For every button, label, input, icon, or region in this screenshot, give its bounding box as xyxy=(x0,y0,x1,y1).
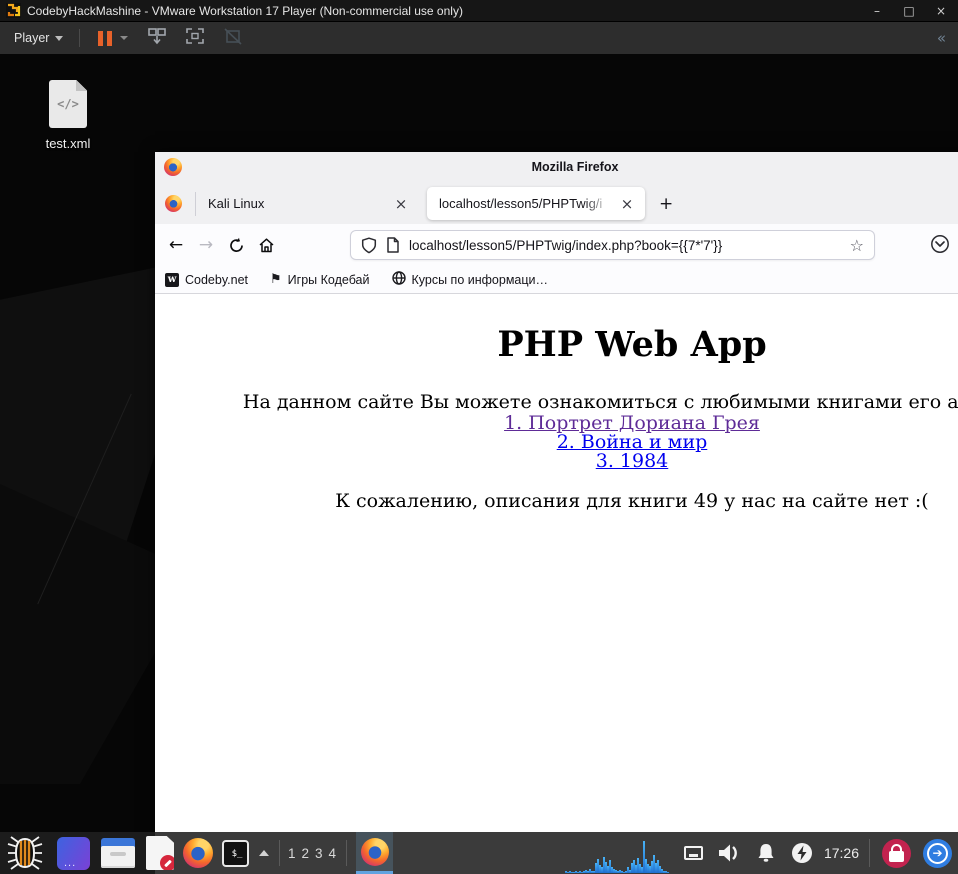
collapse-toolbar-button[interactable]: « xyxy=(937,29,950,47)
vmware-toolbar: Player « xyxy=(0,22,958,54)
kali-menu-button[interactable] xyxy=(6,835,44,871)
chevron-up-icon[interactable] xyxy=(259,850,269,856)
bookmark-codeby[interactable]: w Codeby.net xyxy=(165,272,248,287)
terminal-launcher-button[interactable]: $_ xyxy=(222,839,249,867)
firefox-logo-icon xyxy=(164,158,182,176)
maximize-button[interactable]: □ xyxy=(898,4,920,18)
bookmark-courses[interactable]: Курсы по информаци… xyxy=(391,271,548,288)
page-error-message: К сожалению, описания для книги 49 у нас… xyxy=(335,490,929,512)
kali-taskbar: ... $_ 1 2 3 4 17:26 ➔ xyxy=(0,832,958,874)
workspace-1[interactable]: 1 xyxy=(288,846,296,861)
notification-bell-icon[interactable] xyxy=(755,842,777,864)
tab-label: localhost/lesson5/PHPTwig/i xyxy=(439,196,603,211)
system-tray: 17:26 ➔ xyxy=(671,838,952,868)
caret-down-icon xyxy=(55,35,64,41)
suspend-vm-button[interactable] xyxy=(98,30,113,46)
workspace-pager[interactable]: 1 2 3 4 xyxy=(288,846,336,861)
new-tab-button[interactable]: + xyxy=(659,194,673,214)
update-manager-icon[interactable]: ➔ xyxy=(923,838,952,868)
player-menu-button[interactable]: Player xyxy=(8,28,69,48)
minimize-button[interactable]: – xyxy=(866,4,888,18)
cpu-graph[interactable] xyxy=(564,833,671,873)
workspace-3[interactable]: 3 xyxy=(315,846,323,861)
book-link-2[interactable]: 2. Война и мир xyxy=(155,433,958,452)
vmware-titlebar: CodebyHackMashine - VMware Workstation 1… xyxy=(0,0,958,22)
firefox-header[interactable]: Mozilla Firefox xyxy=(155,152,958,183)
desktop-file-label: test.xml xyxy=(45,136,91,151)
fullscreen-button[interactable] xyxy=(185,27,205,50)
back-button[interactable]: ← xyxy=(161,235,191,255)
bookmark-star-icon[interactable]: ☆ xyxy=(850,236,864,255)
url-bar[interactable]: localhost/lesson5/PHPTwig/index.php?book… xyxy=(350,230,875,260)
firefox-window: Mozilla Firefox Kali Linux × localhost/l… xyxy=(155,152,958,874)
vmware-player-icon xyxy=(6,3,21,18)
kali-desktop: </> test.xml Mozilla Firefox Kali Linux … xyxy=(0,54,958,874)
text-editor-button[interactable] xyxy=(146,836,174,870)
url-input[interactable]: localhost/lesson5/PHPTwig/index.php?book… xyxy=(409,238,850,253)
reload-button[interactable] xyxy=(221,237,251,254)
book-link-3[interactable]: 3. 1984 xyxy=(155,452,958,471)
display-icon[interactable] xyxy=(683,846,703,860)
home-button[interactable] xyxy=(251,237,281,254)
flag-icon: ⚑ xyxy=(270,272,282,287)
firefox-tabbar: Kali Linux × localhost/lesson5/PHPTwig/i… xyxy=(155,183,958,224)
workspace-4[interactable]: 4 xyxy=(329,846,337,861)
firefox-logo-icon xyxy=(360,837,389,866)
suspend-options-caret-icon[interactable] xyxy=(120,36,129,40)
globe-icon xyxy=(391,271,406,288)
firefox-navbar: ← → localhost/lesson5/PHPTwig/index.php?… xyxy=(155,224,958,266)
desktop-file-testxml[interactable]: </> test.xml xyxy=(32,80,104,151)
close-button[interactable]: × xyxy=(930,4,952,18)
unity-mode-button xyxy=(223,27,243,50)
firefox-window-title: Mozilla Firefox xyxy=(531,160,619,174)
tab-label: Kali Linux xyxy=(208,196,265,211)
workspace-2[interactable]: 2 xyxy=(302,846,310,861)
tab-close-icon[interactable]: × xyxy=(619,195,635,213)
pencil-badge-icon xyxy=(160,855,174,870)
page-content: PHP Web App На данном сайте Вы можете оз… xyxy=(155,294,958,874)
clock[interactable]: 17:26 xyxy=(824,845,859,861)
screen: CodebyHackMashine - VMware Workstation 1… xyxy=(0,0,958,874)
page-info-icon[interactable] xyxy=(386,237,400,253)
power-manager-icon[interactable] xyxy=(790,841,814,865)
screen-lock-icon[interactable] xyxy=(882,838,911,868)
page-intro-text: На данном сайте Вы можете ознакомиться с… xyxy=(242,391,958,413)
volume-icon[interactable] xyxy=(716,842,742,864)
page-title: PHP Web App xyxy=(497,324,767,365)
send-ctrl-alt-del-button[interactable] xyxy=(147,27,167,50)
toolbar-divider xyxy=(79,29,81,47)
firefox-launcher-button[interactable] xyxy=(183,838,213,868)
shield-icon[interactable] xyxy=(361,236,377,254)
forward-button: → xyxy=(198,235,214,255)
app-finder-button[interactable]: ... xyxy=(57,836,90,870)
codeby-icon: w xyxy=(165,272,179,287)
tab-localhost-active[interactable]: localhost/lesson5/PHPTwig/i × xyxy=(427,187,645,220)
bookmark-games[interactable]: ⚑ Игры Кодебай xyxy=(270,272,369,287)
xml-file-icon: </> xyxy=(49,80,87,128)
bookmarks-bar: w Codeby.net ⚑ Игры Кодебай Курсы по инф… xyxy=(155,266,958,294)
file-manager-button[interactable] xyxy=(101,838,135,868)
taskbar-divider xyxy=(279,840,280,866)
taskbar-divider xyxy=(346,840,348,866)
tab-close-icon[interactable]: × xyxy=(393,195,409,213)
vmware-window-title: CodebyHackMashine - VMware Workstation 1… xyxy=(27,3,463,18)
tab-kali-linux[interactable]: Kali Linux × xyxy=(196,187,419,220)
firefox-logo-icon xyxy=(165,195,182,212)
taskbar-divider xyxy=(869,839,870,867)
firefox-window-taskbar-button[interactable] xyxy=(356,832,394,874)
pocket-icon[interactable] xyxy=(930,234,950,259)
